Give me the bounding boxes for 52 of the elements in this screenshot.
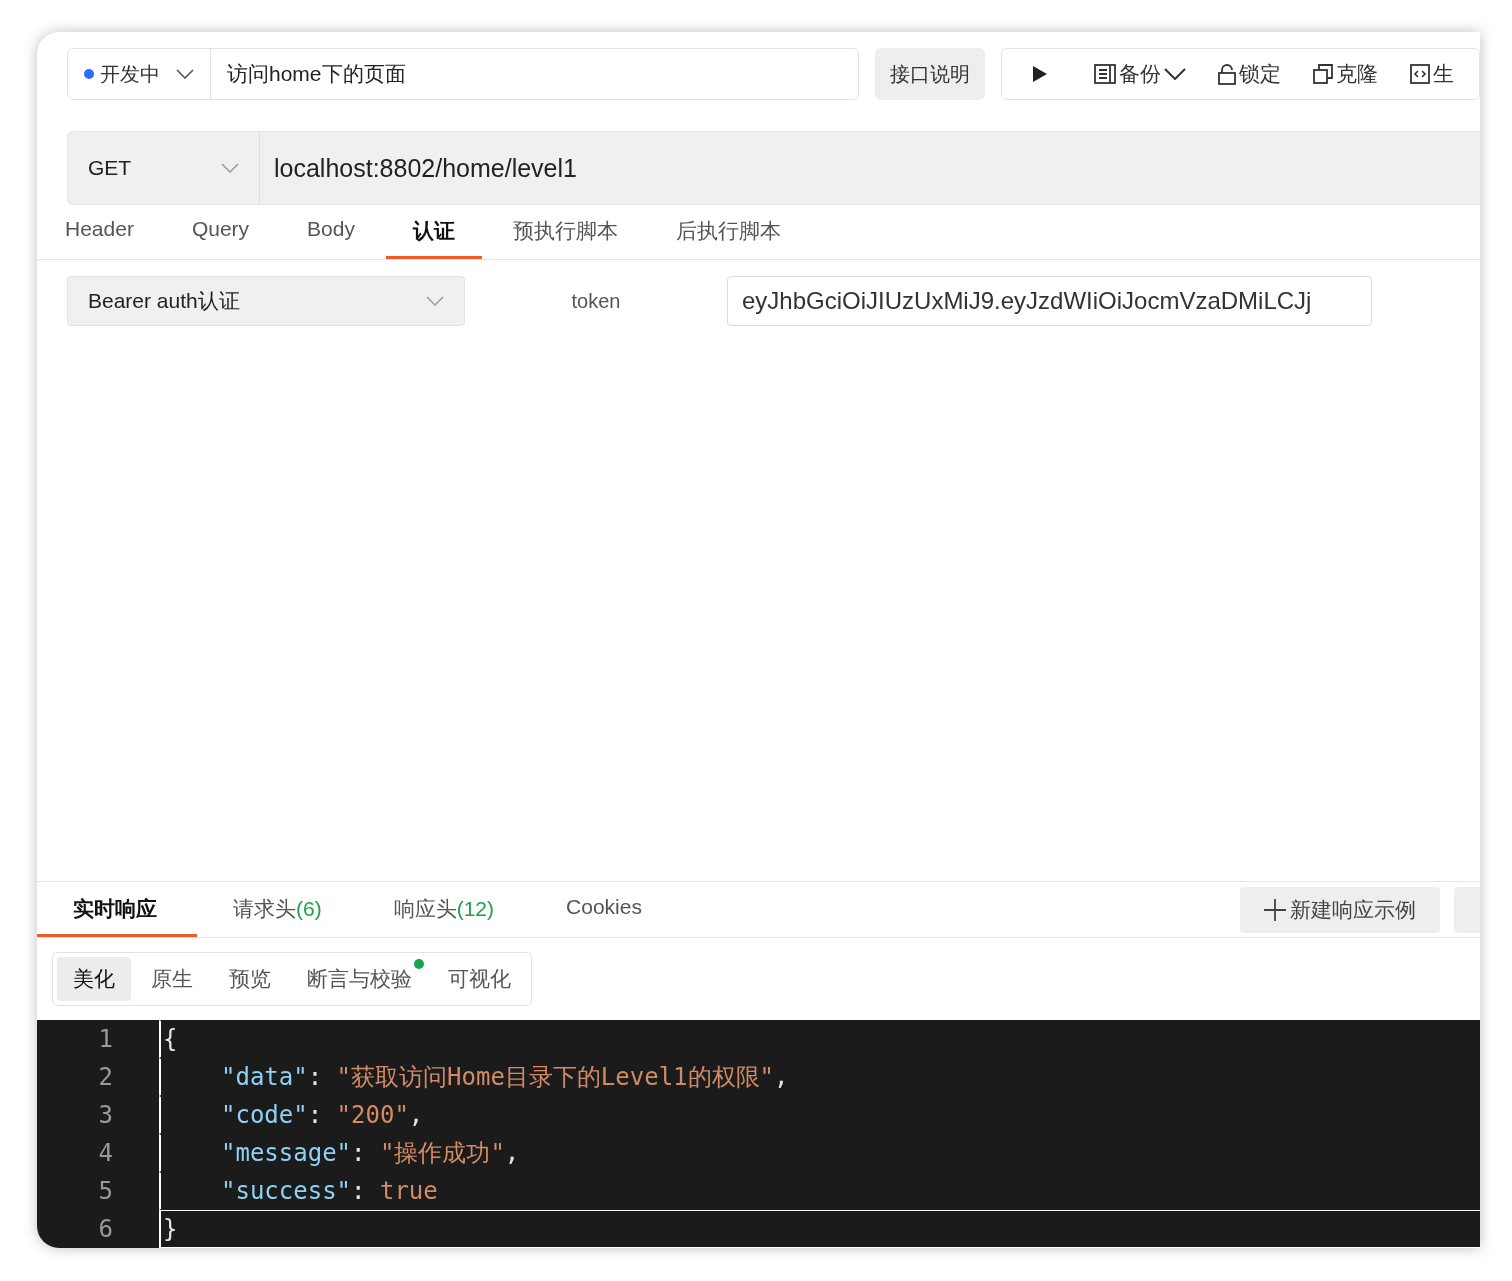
- lock-button[interactable]: 锁定: [1204, 54, 1295, 94]
- request-tab[interactable]: Body: [280, 205, 382, 259]
- request-tab[interactable]: Header: [65, 205, 161, 259]
- line-number: 4: [97, 1138, 114, 1169]
- plus-icon: [1264, 898, 1286, 921]
- code-line: "code": "200",: [159, 1096, 1480, 1134]
- line-number: 5: [97, 1176, 114, 1207]
- request-tab[interactable]: 后执行脚本: [648, 205, 808, 259]
- generate-button[interactable]: 生: [1396, 54, 1468, 94]
- view-tab[interactable]: 美化: [57, 957, 131, 1001]
- clone-button[interactable]: 克隆: [1299, 54, 1392, 94]
- status-select[interactable]: 开发中: [68, 49, 211, 99]
- response-tab[interactable]: 请求头(6): [197, 882, 358, 937]
- document-icon: [1094, 64, 1116, 84]
- request-tab[interactable]: Query: [164, 205, 277, 259]
- request-tab[interactable]: 预执行脚本: [485, 205, 645, 259]
- view-tab[interactable]: 预览: [213, 957, 287, 1001]
- code-line: "message": "操作成功",: [159, 1134, 1480, 1172]
- backup-button[interactable]: 备份: [1080, 54, 1200, 94]
- url-field[interactable]: localhost:8802/home/level1: [260, 132, 577, 204]
- title-field[interactable]: 开发中 访问home下的页面: [67, 48, 859, 100]
- request-tab[interactable]: 认证: [385, 205, 482, 259]
- code-line: }: [159, 1210, 1480, 1248]
- token-label: token: [570, 289, 622, 313]
- code-line: "data": "获取访问Home目录下的Level1的权限",: [159, 1058, 1480, 1096]
- status-label: 开发中: [100, 61, 160, 87]
- play-icon: [1032, 65, 1048, 83]
- method-select[interactable]: GET: [68, 132, 260, 204]
- token-field[interactable]: eyJhbGciOiJIUzUxMiJ9.eyJzdWIiOiJocmVzaDMiLCJj: [727, 276, 1372, 326]
- title-value: 访问home下的页面: [226, 61, 406, 87]
- lock-icon: [1218, 63, 1236, 85]
- line-number: 2: [97, 1062, 114, 1093]
- view-tab[interactable]: 可视化: [432, 957, 527, 1001]
- view-tab[interactable]: 断言与校验: [291, 957, 428, 1001]
- chevron-icon: [176, 69, 194, 79]
- line-number: 6: [97, 1214, 114, 1245]
- chevron-icon: [1164, 68, 1186, 80]
- doc-button[interactable]: 接口说明: [875, 48, 985, 100]
- new-example-button[interactable]: 新建响应示例: [1240, 886, 1440, 933]
- auth-type-select[interactable]: Bearer auth认证: [67, 276, 465, 326]
- code-line: "success": true: [159, 1172, 1480, 1210]
- chevron-icon: [426, 296, 444, 306]
- response-tab[interactable]: Cookies: [530, 882, 691, 937]
- copy-icon: [1313, 64, 1333, 84]
- code-icon: [1410, 64, 1430, 84]
- response-tab[interactable]: 实时响应: [37, 882, 197, 937]
- response-tab[interactable]: 响应头(12): [357, 882, 531, 937]
- code-line: {: [159, 1020, 1480, 1058]
- line-number: 3: [97, 1100, 114, 1131]
- line-number: 1: [97, 1024, 114, 1055]
- chevron-icon: [221, 163, 239, 173]
- view-tab[interactable]: 原生: [135, 957, 209, 1001]
